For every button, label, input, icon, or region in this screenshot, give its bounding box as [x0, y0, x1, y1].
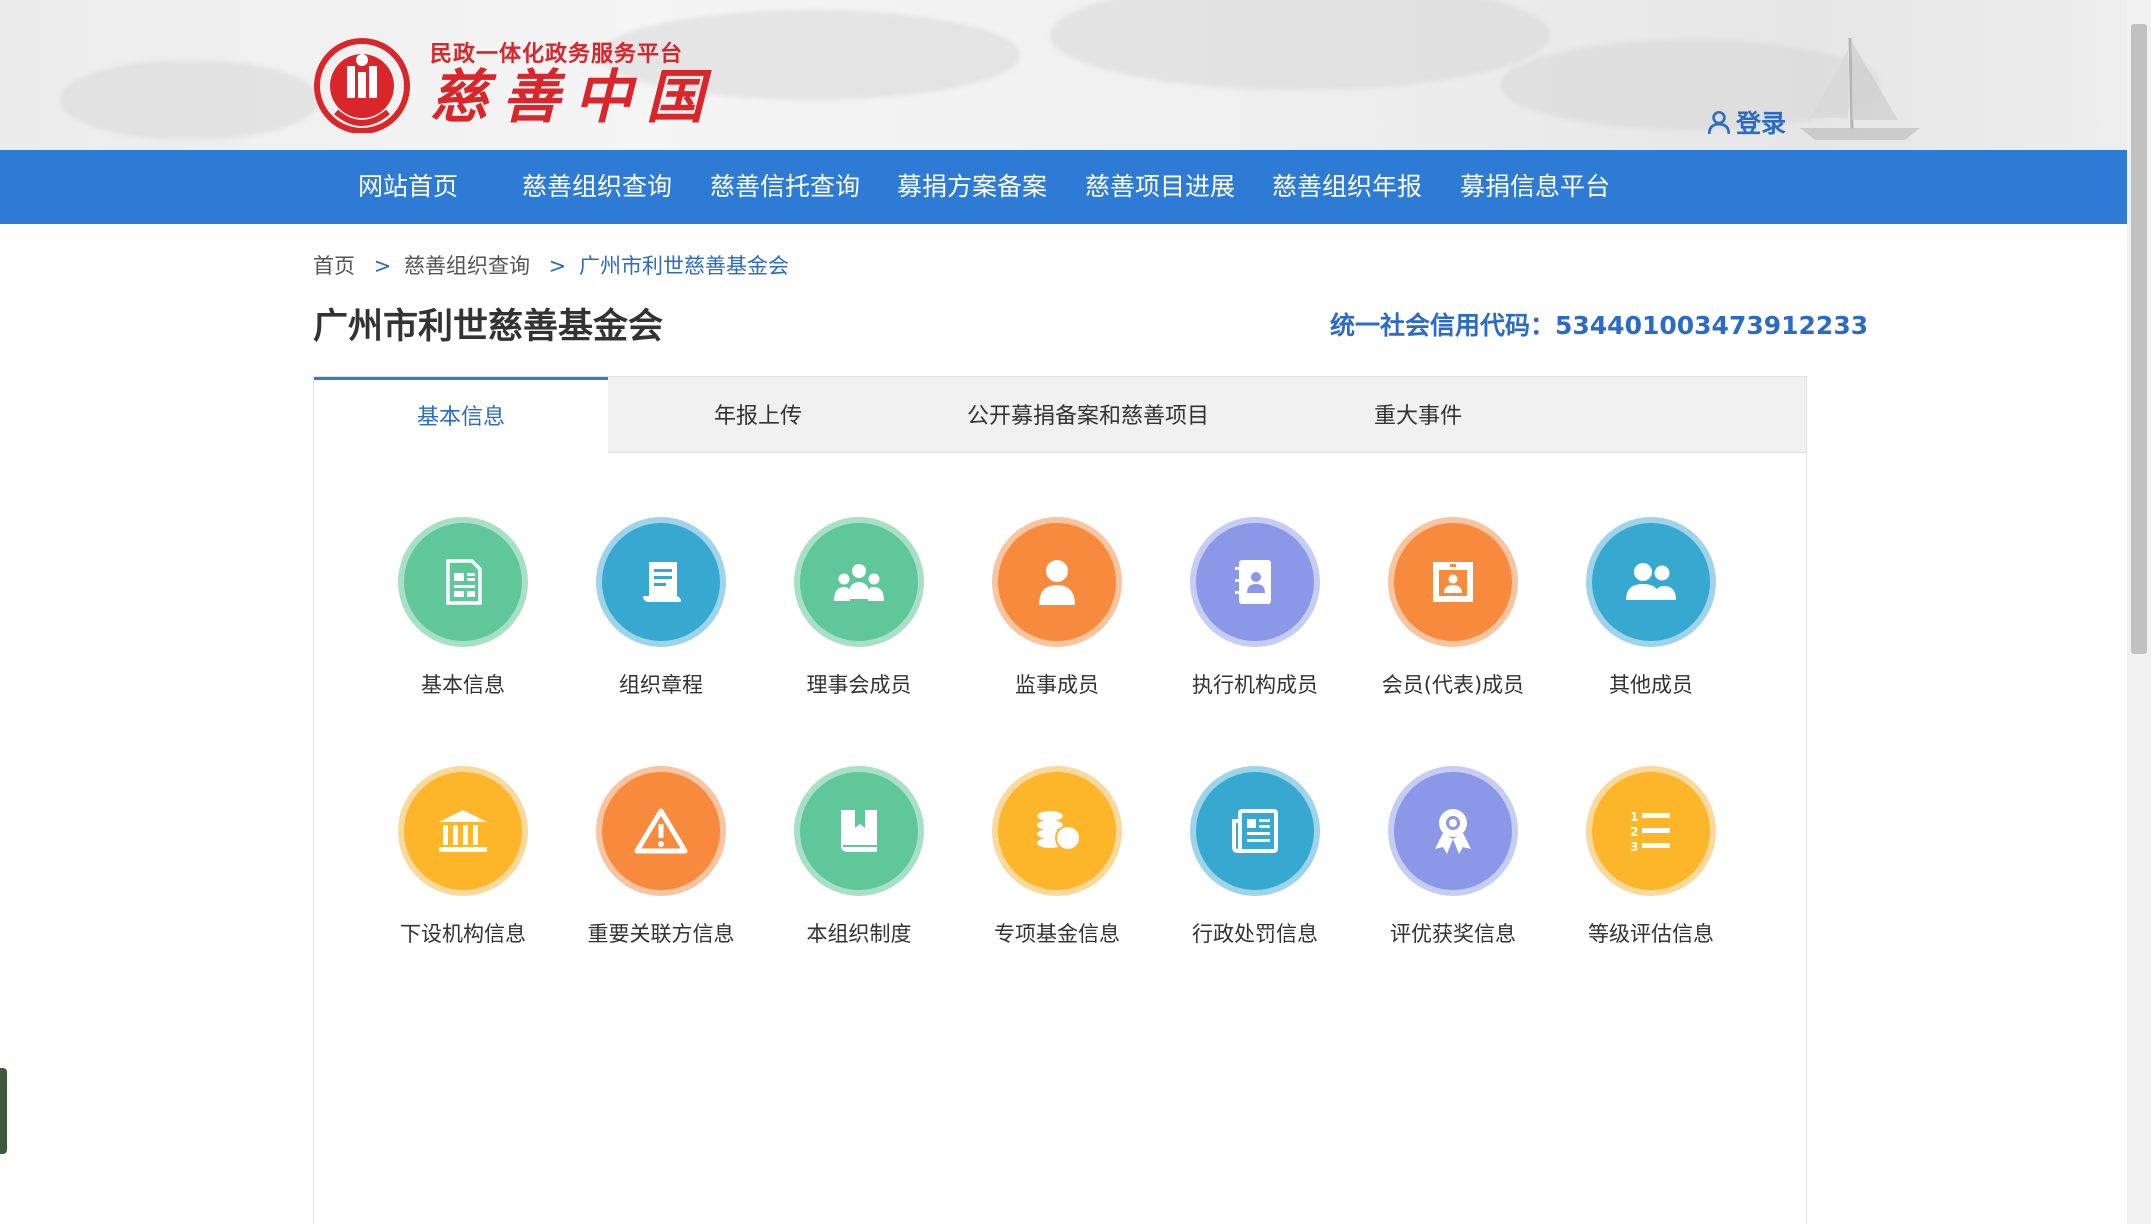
site-header: 民政一体化政务服务平台 慈善中国 登录	[0, 0, 2127, 150]
numbered-list-icon: 1 2 3	[1630, 810, 1670, 854]
breadcrumb: 首页 > 慈善组织查询 > 广州市利世慈善基金会	[313, 250, 795, 280]
tab-annual-upload[interactable]: 年报上传	[608, 377, 908, 453]
tile-label: 下设机构信息	[400, 922, 526, 946]
breadcrumb-org-query[interactable]: 慈善组织查询	[404, 254, 530, 278]
coins-icon	[1037, 811, 1081, 851]
book-icon	[841, 810, 877, 852]
brand-name[interactable]: 慈善中国	[430, 62, 718, 132]
breadcrumb-current: 广州市利世慈善基金会	[578, 254, 789, 278]
person-icon	[1039, 560, 1075, 605]
tile-admin-penalties[interactable]: 行政处罚信息	[1155, 766, 1355, 948]
svg-text:1: 1	[1630, 810, 1638, 824]
scroll-icon	[643, 562, 681, 602]
tile-supervisors[interactable]: 监事成员	[957, 517, 1157, 699]
portrait-frame-icon	[1433, 562, 1473, 602]
bank-icon	[439, 810, 487, 852]
tile-grade-evaluation[interactable]: 1 2 3 等级评估信息	[1551, 766, 1751, 948]
tile-label: 会员(代表)成员	[1381, 673, 1525, 697]
nav-item-trust-query[interactable]: 慈善信托查询	[710, 150, 860, 224]
svg-text:2: 2	[1630, 825, 1638, 839]
tile-branch-info[interactable]: 下设机构信息	[363, 766, 563, 948]
nav-item-home[interactable]: 网站首页	[358, 150, 458, 224]
tile-label: 行政处罚信息	[1192, 922, 1318, 946]
tile-other-members[interactable]: 其他成员	[1551, 517, 1751, 699]
award-icon	[1435, 809, 1471, 854]
tile-label: 组织章程	[619, 673, 703, 697]
tile-label: 执行机构成员	[1192, 673, 1318, 697]
tile-org-rules[interactable]: 本组织制度	[759, 766, 959, 948]
tile-board-members[interactable]: 理事会成员	[759, 517, 959, 699]
tab-fundraising-projects[interactable]: 公开募捐备案和慈善项目	[908, 377, 1268, 453]
tile-label: 其他成员	[1609, 673, 1693, 697]
tile-executive-members[interactable]: 执行机构成员	[1155, 517, 1355, 699]
tile-label: 重要关联方信息	[587, 922, 735, 946]
tile-charter[interactable]: 组织章程	[561, 517, 761, 699]
tab-basic-info[interactable]: 基本信息	[314, 377, 608, 454]
breadcrumb-home[interactable]: 首页	[313, 254, 355, 278]
tile-label: 专项基金信息	[994, 922, 1120, 946]
group-icon	[834, 564, 884, 601]
tile-basic-info[interactable]: 基本信息	[363, 517, 563, 699]
newspaper-icon	[1232, 809, 1278, 853]
vertical-scrollbar[interactable]	[2127, 0, 2151, 1224]
nav-item-fundraising-filing[interactable]: 募捐方案备案	[897, 150, 1047, 224]
users-icon	[1626, 563, 1676, 600]
tab-bar: 基本信息 年报上传 公开募捐备案和慈善项目 重大事件	[314, 377, 1806, 454]
tab-major-events[interactable]: 重大事件	[1268, 377, 1568, 453]
breadcrumb-separator: >	[548, 254, 567, 278]
login-button[interactable]: 登录	[1706, 104, 1786, 140]
sailboat-decoration-icon	[1800, 37, 1920, 140]
tile-related-parties[interactable]: 重要关联方信息	[561, 766, 761, 948]
nav-item-annual-report[interactable]: 慈善组织年报	[1272, 150, 1422, 224]
svg-text:3: 3	[1630, 840, 1638, 854]
nav-item-fundraising-platform[interactable]: 募捐信息平台	[1460, 150, 1610, 224]
credit-code: 统一社会信用代码：534401003473912233	[1330, 311, 1869, 340]
tile-member-representatives[interactable]: 会员(代表)成员	[1353, 517, 1553, 699]
main-nav: 网站首页 慈善组织查询 慈善信托查询 募捐方案备案 慈善项目进展 慈善组织年报 …	[0, 150, 2127, 224]
tile-label: 等级评估信息	[1588, 922, 1714, 946]
nav-item-org-query[interactable]: 慈善组织查询	[522, 150, 672, 224]
tile-label: 基本信息	[421, 673, 505, 697]
charity-logo-icon	[314, 38, 410, 133]
tile-label: 理事会成员	[806, 673, 912, 697]
breadcrumb-separator: >	[373, 254, 392, 278]
tile-label: 本组织制度	[806, 922, 912, 946]
scrollbar-thumb[interactable]	[2131, 24, 2147, 654]
warning-icon	[634, 808, 688, 854]
side-drawer-handle[interactable]	[0, 1068, 7, 1154]
tile-awards[interactable]: 评优获奖信息	[1353, 766, 1553, 948]
tile-special-funds[interactable]: 专项基金信息	[957, 766, 1157, 948]
tile-label: 监事成员	[1015, 673, 1099, 697]
user-icon	[1707, 110, 1731, 134]
contact-book-icon	[1235, 560, 1271, 604]
document-list-icon	[446, 559, 482, 605]
tile-label: 评优获奖信息	[1390, 922, 1516, 946]
nav-item-project-progress[interactable]: 慈善项目进展	[1085, 150, 1235, 224]
info-panel: 基本信息 年报上传 公开募捐备案和慈善项目 重大事件 基本信息 组织章程 理事会…	[313, 376, 1807, 1224]
login-label: 登录	[1736, 109, 1787, 138]
page-title: 广州市利世慈善基金会	[313, 307, 664, 347]
